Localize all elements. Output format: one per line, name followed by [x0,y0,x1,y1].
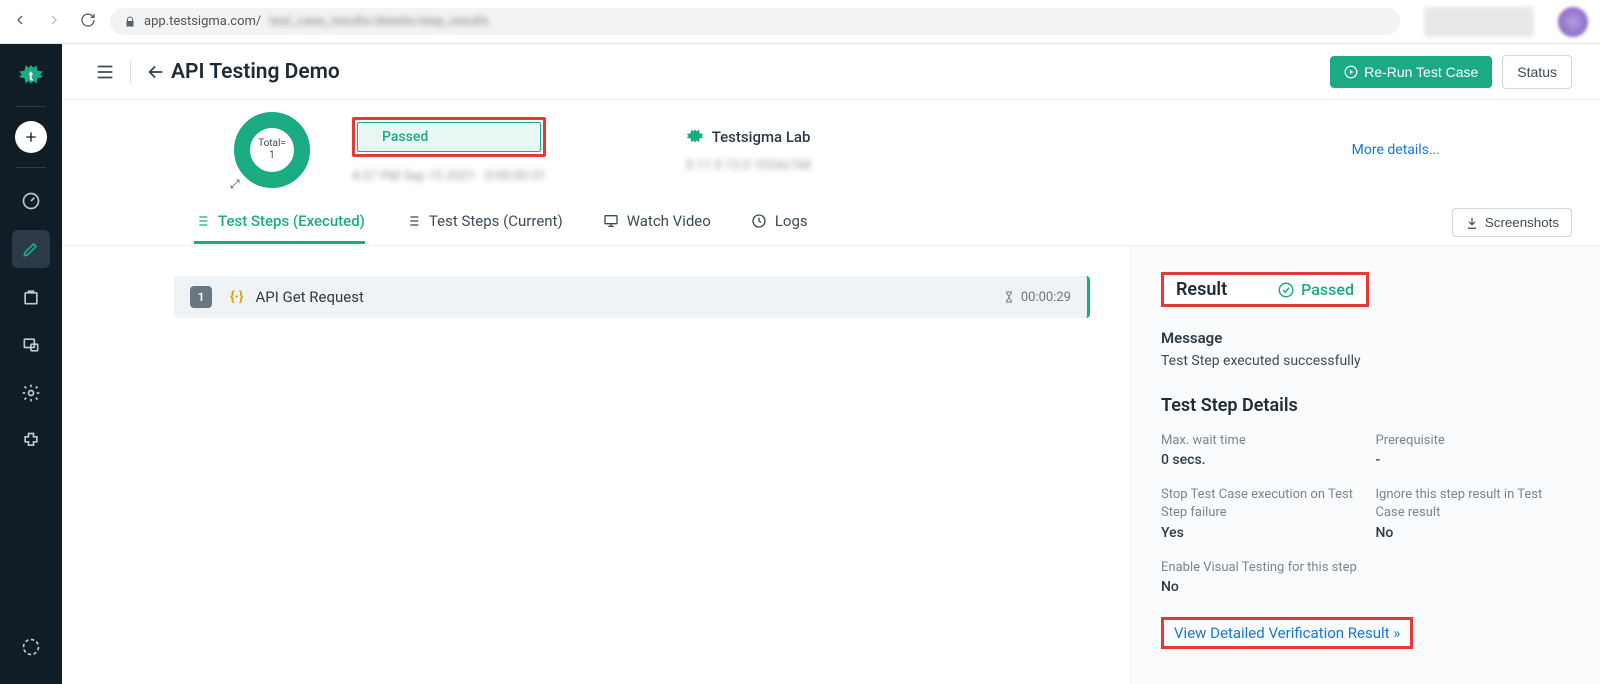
kv-stop-on-failure: Stop Test Case execution on Test Step fa… [1161,486,1356,540]
brand-logo-icon[interactable]: t [15,60,47,92]
browser-back-icon[interactable] [12,12,28,32]
api-icon: {·} [230,289,243,305]
tab-steps-executed[interactable]: Test Steps (Executed) [194,201,365,244]
step-time-value: 00:00:29 [1021,290,1071,305]
verification-link-highlight: View Detailed Verification Result » [1161,617,1413,649]
list-icon [194,213,210,229]
page-title: API Testing Demo [171,60,340,84]
hourglass-icon [1003,291,1015,303]
status-badge: Passed [357,122,541,152]
url-path: test_case_results/details/step_results [269,14,489,29]
kv-visual-testing: Enable Visual Testing for this stepNo [1161,559,1570,595]
result-value: Passed [1277,280,1354,299]
lab-name: Testsigma Lab [712,128,811,146]
top-bar: API Testing Demo Re-Run Test Case Status [62,44,1600,100]
message-heading: Message [1161,329,1570,347]
details-heading: Test Step Details [1161,395,1570,416]
result-donut: Total=1 ⤢ [232,110,312,190]
tab-label: Test Steps (Current) [429,212,563,230]
donut-total-value: 1 [269,150,275,161]
details-panel: Result Passed Message Test Step executed… [1130,246,1600,684]
result-highlight: Result Passed [1161,272,1369,307]
list-icon [405,213,421,229]
browser-reload-icon[interactable] [80,12,96,32]
dashboard-nav-icon[interactable] [12,182,50,220]
step-name: API Get Request [255,288,363,306]
kv-ignore-result: Ignore this step result in Test Case res… [1376,486,1571,540]
env-info: 0.11 0.12.0 1024x768 [686,158,811,173]
expand-icon[interactable]: ⤢ [230,177,240,192]
kv-max-wait: Max. wait time0 secs. [1161,432,1356,468]
play-circle-icon [1344,65,1358,79]
browser-chrome: app.testsigma.com/ test_case_results/det… [0,0,1600,44]
status-badge-highlight: Passed [352,117,546,157]
screenshots-label: Screenshots [1485,215,1559,230]
url-host: app.testsigma.com/ [144,14,261,29]
donut-total-label: Total= [258,138,286,149]
clock-icon [751,213,767,229]
testplans-nav-icon[interactable] [12,278,50,316]
rerun-button[interactable]: Re-Run Test Case [1330,56,1492,88]
monitor-icon [603,213,619,229]
steps-list: 1 {·} API Get Request 00:00:29 [62,246,1130,684]
tab-logs[interactable]: Logs [751,201,808,244]
add-button[interactable] [15,121,47,153]
gear-badge-icon [686,128,704,146]
tab-label: Test Steps (Executed) [218,212,365,230]
design-nav-icon[interactable] [12,230,50,268]
back-arrow-icon[interactable] [141,57,171,87]
more-details-link[interactable]: More details... [1352,142,1440,158]
step-number: 1 [190,286,212,308]
left-sidebar: t [0,44,62,684]
tab-label: Logs [775,212,808,230]
agents-nav-icon[interactable] [12,326,50,364]
kv-prerequisite: Prerequisite- [1376,432,1571,468]
tabs-bar: Test Steps (Executed) Test Steps (Curren… [62,200,1600,246]
browser-forward-icon[interactable] [46,12,62,32]
tab-label: Watch Video [627,212,711,230]
settings-nav-icon[interactable] [12,374,50,412]
view-verification-link[interactable]: View Detailed Verification Result » [1174,624,1400,642]
status-button[interactable]: Status [1502,55,1572,89]
summary-strip: Total=1 ⤢ Passed 4:37 PM Sep 15 2021 · 0… [62,100,1600,200]
step-duration: 00:00:29 [1003,290,1071,305]
result-label: Result [1176,279,1227,300]
address-bar[interactable]: app.testsigma.com/ test_case_results/det… [110,8,1400,35]
divider [130,61,131,83]
check-circle-icon [1277,281,1295,299]
tab-steps-current[interactable]: Test Steps (Current) [405,201,563,244]
addons-nav-icon[interactable] [12,422,50,460]
tab-watch-video[interactable]: Watch Video [603,201,711,244]
rerun-label: Re-Run Test Case [1364,64,1478,80]
screenshots-button[interactable]: Screenshots [1452,208,1572,237]
extension-area [1424,7,1534,37]
profile-avatar-icon[interactable] [1558,7,1588,37]
menu-icon[interactable] [90,57,120,87]
message-body: Test Step executed successfully [1161,353,1570,369]
step-row[interactable]: 1 {·} API Get Request 00:00:29 [174,276,1090,318]
lock-icon [124,16,136,28]
usage-nav-icon[interactable] [12,628,50,666]
download-icon [1465,216,1479,230]
svg-text:t: t [29,69,34,84]
run-time-info: 4:37 PM Sep 15 2021 · 0:00:00:31 [352,169,546,184]
